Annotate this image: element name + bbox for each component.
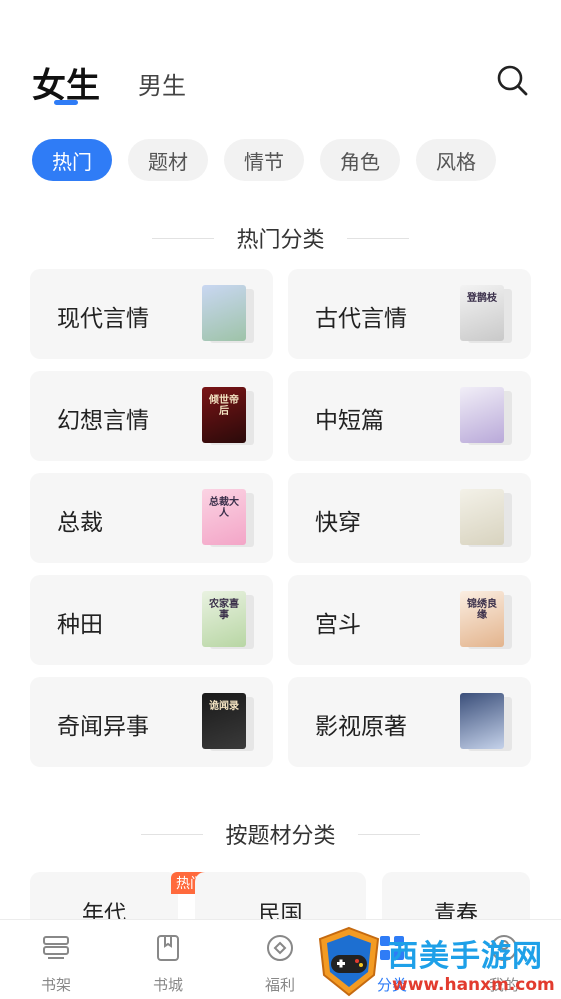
book-cover-stack: [202, 285, 254, 343]
nav-label: 书城: [152, 976, 183, 994]
watermark-title: 西美手游网: [388, 939, 543, 974]
category-label: 影视原著: [315, 714, 407, 740]
nav-bookstore[interactable]: 书城: [138, 932, 198, 995]
category-card[interactable]: 奇闻异事 诡闻录: [30, 677, 273, 767]
nav-label: 书架: [40, 976, 71, 994]
book-cover-image: 倾世帝后: [202, 387, 246, 443]
active-tab-indicator: [54, 100, 78, 105]
category-card[interactable]: 古代言情 登鹊枝: [288, 269, 531, 359]
welfare-icon: [267, 935, 293, 961]
section-title-text: 热门分类: [236, 228, 325, 253]
book-cover-stack: 锦绣良缘: [460, 591, 512, 649]
section-title-text: 按题材分类: [225, 824, 336, 849]
tab-male[interactable]: 男生: [138, 66, 186, 101]
book-cover-stack: [460, 489, 512, 547]
category-label: 古代言情: [315, 306, 407, 332]
book-cover-stack: 诡闻录: [202, 693, 254, 751]
book-cover-image: [460, 387, 504, 443]
category-label: 总裁: [57, 510, 103, 536]
book-cover-image: [460, 693, 504, 749]
category-label: 快穿: [315, 510, 361, 536]
book-cover-image: [460, 489, 504, 545]
cover-title: 登鹊枝: [467, 293, 497, 304]
category-label: 奇闻异事: [57, 714, 149, 740]
chip-hot[interactable]: 热门: [32, 139, 112, 181]
category-label: 幻想言情: [57, 408, 149, 434]
divider: [346, 237, 409, 239]
hot-section-title: 热门分类: [0, 222, 561, 254]
filter-chips: 热门 题材 情节 角色 风格: [32, 139, 496, 181]
category-label: 宫斗: [315, 612, 361, 638]
header: 女生 男生: [0, 0, 561, 120]
divider: [141, 833, 204, 835]
category-card[interactable]: 中短篇: [288, 371, 531, 461]
category-card[interactable]: 总裁 总裁大人: [30, 473, 273, 563]
cover-title: 诡闻录: [209, 701, 239, 712]
book-cover-image: [202, 285, 246, 341]
divider: [357, 833, 420, 835]
theme-section-title: 按题材分类: [0, 818, 561, 850]
category-grid: 现代言情 古代言情 登鹊枝 幻想言情 倾世帝后 中短篇 总裁 总裁大人 快穿 种田 农家喜事 宫斗 锦绣…: [30, 269, 531, 767]
book-cover-stack: 倾世帝后: [202, 387, 254, 445]
cover-title: 倾世帝后: [209, 395, 239, 417]
category-label: 种田: [57, 612, 103, 638]
book-cover-image: 登鹊枝: [460, 285, 504, 341]
category-card[interactable]: 幻想言情 倾世帝后: [30, 371, 273, 461]
book-cover-image: 总裁大人: [202, 489, 246, 545]
nav-label: 福利: [264, 976, 295, 994]
chip-theme[interactable]: 题材: [128, 139, 208, 181]
category-card[interactable]: 种田 农家喜事: [30, 575, 273, 665]
book-cover-image: 农家喜事: [202, 591, 246, 647]
category-label: 现代言情: [57, 306, 149, 332]
chip-plot[interactable]: 情节: [224, 139, 304, 181]
divider: [152, 237, 215, 239]
book-cover-stack: 登鹊枝: [460, 285, 512, 343]
book-cover-image: 锦绣良缘: [460, 591, 504, 647]
book-cover-stack: [460, 387, 512, 445]
gamepad-shield-logo: [318, 926, 380, 997]
cover-title: 农家喜事: [209, 599, 239, 621]
category-card[interactable]: 快穿: [288, 473, 531, 563]
cover-title: 总裁大人: [209, 497, 239, 519]
book-cover-stack: 总裁大人: [202, 489, 254, 547]
bookstore-icon: [157, 935, 179, 961]
cover-title: 锦绣良缘: [467, 599, 497, 621]
bookshelf-icon: [43, 936, 69, 959]
category-card[interactable]: 影视原著: [288, 677, 531, 767]
chip-role[interactable]: 角色: [320, 139, 400, 181]
category-card[interactable]: 宫斗 锦绣良缘: [288, 575, 531, 665]
category-card[interactable]: 现代言情: [30, 269, 273, 359]
search-icon: [497, 65, 528, 96]
category-label: 中短篇: [315, 408, 384, 434]
watermark: 西美手游网 www.hanxm.com: [312, 925, 561, 999]
book-cover-image: 诡闻录: [202, 693, 246, 749]
nav-welfare[interactable]: 福利: [250, 932, 310, 995]
book-cover-stack: [460, 693, 512, 751]
nav-bookshelf[interactable]: 书架: [26, 932, 86, 995]
search-button[interactable]: [494, 62, 530, 98]
chip-style[interactable]: 风格: [416, 139, 496, 181]
watermark-url: www.hanxm.com: [392, 975, 555, 995]
book-cover-stack: 农家喜事: [202, 591, 254, 649]
